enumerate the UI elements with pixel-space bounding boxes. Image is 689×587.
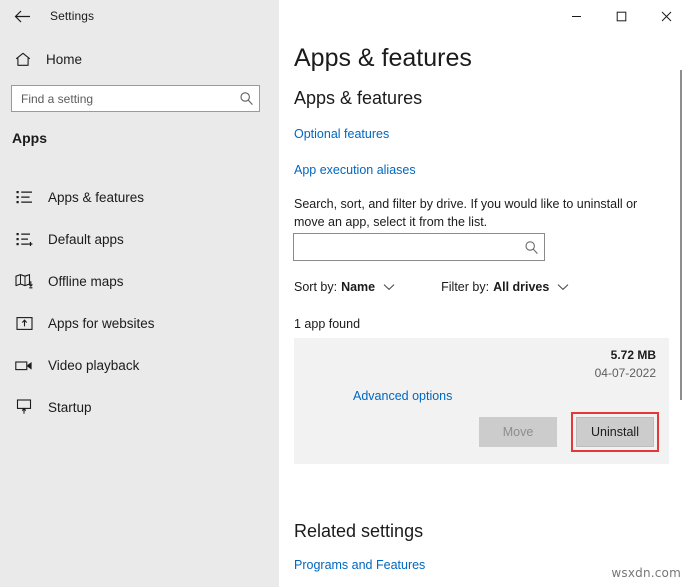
content-scrollbar[interactable] [675,32,687,587]
titlebar-left: Settings [0,0,279,32]
sidebar-item-label: Apps & features [48,190,144,205]
list-add-icon [12,227,36,251]
sidebar-section-title: Apps [12,130,47,146]
close-icon[interactable] [644,1,689,31]
sidebar-item-apps-for-websites[interactable]: Apps for websites [0,302,279,344]
startup-monitor-icon [12,395,36,419]
filter-by-value: All drives [493,280,549,294]
watermark: wsxdn.com [611,566,681,580]
main-panel: Apps & features Apps & features Optional… [279,0,689,587]
app-website-icon [12,311,36,335]
sidebar-item-label: Startup [48,400,92,415]
search-input[interactable] [12,86,233,111]
main-content: Apps & features Apps & features Optional… [279,32,689,587]
window-controls [554,0,689,32]
scrollbar-thumb[interactable] [680,70,682,400]
uninstall-button[interactable]: Uninstall [576,417,654,447]
page-title: Apps & features [294,44,472,73]
sidebar-item-apps-features[interactable]: Apps & features [0,176,279,218]
results-count: 1 app found [294,317,360,331]
advanced-options-link[interactable]: Advanced options [353,389,452,403]
optional-features-link[interactable]: Optional features [294,127,389,141]
sort-by-label: Sort by: [294,280,337,294]
sidebar-item-default-apps[interactable]: Default apps [0,218,279,260]
sidebar-item-video-playback[interactable]: Video playback [0,344,279,386]
sidebar-nav-list: Apps & features Default apps [0,176,279,428]
sidebar-item-home-label: Home [46,52,82,67]
move-button[interactable]: Move [479,417,557,447]
chevron-down-icon[interactable] [383,283,395,291]
app-filter-search-box[interactable] [293,233,545,261]
settings-window: Settings Home Apps [0,0,689,587]
sidebar-item-offline-maps[interactable]: Offline maps [0,260,279,302]
video-icon [12,353,36,377]
back-arrow-icon[interactable] [0,1,44,31]
sort-filter-row: Sort by: Name Filter by: All drives [294,280,569,294]
sidebar-item-label: Video playback [48,358,139,373]
sidebar-item-label: Apps for websites [48,316,155,331]
app-filter-input[interactable] [294,234,518,260]
sidebar-item-label: Offline maps [48,274,124,289]
search-icon[interactable] [233,86,259,111]
home-icon [12,48,34,70]
app-size: 5.72 MB [611,348,656,362]
search-icon[interactable] [518,234,544,260]
sidebar-item-startup[interactable]: Startup [0,386,279,428]
sort-by-value: Name [341,280,375,294]
settings-search-box[interactable] [11,85,260,112]
app-list-item[interactable]: 5.72 MB 04-07-2022 Advanced options Move… [294,338,669,464]
app-install-date: 04-07-2022 [595,366,656,380]
uninstall-highlight-box: Uninstall [571,412,659,452]
minimize-icon[interactable] [554,1,599,31]
chevron-down-icon[interactable] [557,283,569,291]
map-download-icon [12,269,36,293]
sidebar: Settings Home Apps [0,0,279,587]
description-text: Search, sort, and filter by drive. If yo… [294,195,669,231]
sort-by-dropdown[interactable]: Sort by: Name [294,280,395,294]
app-action-buttons: Move Uninstall [479,412,659,452]
section-heading: Apps & features [294,88,422,109]
related-settings-heading: Related settings [294,521,423,542]
app-execution-aliases-link[interactable]: App execution aliases [294,163,416,177]
filter-by-label: Filter by: [441,280,489,294]
programs-and-features-link[interactable]: Programs and Features [294,558,425,572]
filter-by-dropdown[interactable]: Filter by: All drives [441,280,569,294]
window-title: Settings [50,9,94,23]
sidebar-item-label: Default apps [48,232,124,247]
sidebar-item-home[interactable]: Home [0,44,260,74]
list-icon [12,185,36,209]
maximize-icon[interactable] [599,1,644,31]
